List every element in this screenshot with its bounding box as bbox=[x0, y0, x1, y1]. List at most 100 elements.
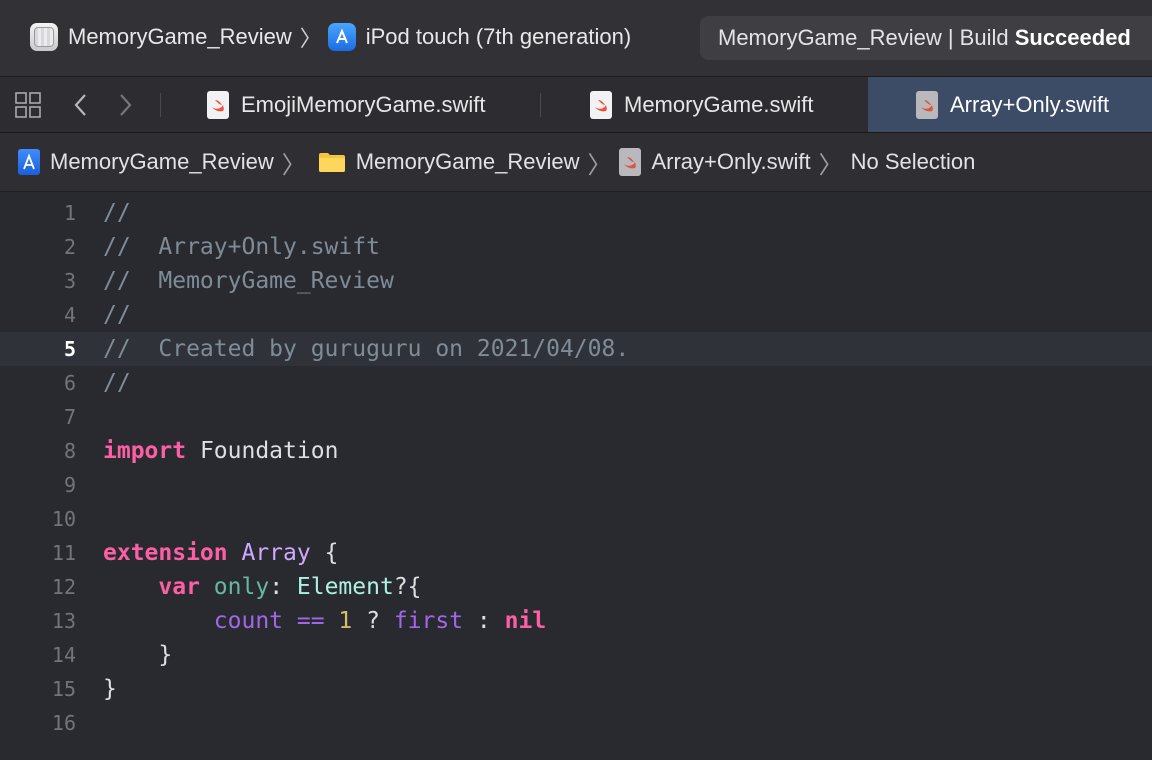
code-text: // MemoryGame_Review bbox=[103, 264, 394, 298]
back-chevron-icon[interactable] bbox=[68, 90, 94, 120]
tab-label: EmojiMemoryGame.swift bbox=[241, 91, 486, 117]
forward-chevron-icon[interactable] bbox=[112, 90, 138, 120]
code-line[interactable]: 6 // bbox=[0, 366, 1152, 400]
swift-file-icon bbox=[590, 90, 612, 119]
code-line[interactable]: 3 // MemoryGame_Review bbox=[0, 264, 1152, 298]
code-text: import Foundation bbox=[103, 434, 338, 468]
xcode-window: MemoryGame_Review 〉 iPod touch (7th gene… bbox=[0, 0, 1152, 760]
jumpbar-project[interactable]: MemoryGame_Review bbox=[0, 149, 274, 175]
line-number: 13 bbox=[51, 609, 76, 633]
app-icon bbox=[30, 23, 58, 51]
tab-divider bbox=[540, 93, 541, 117]
jumpbar-selection[interactable]: No Selection bbox=[851, 149, 976, 175]
operator: == bbox=[283, 608, 339, 634]
code-line-current[interactable]: 5 // Created by guruguru on 2021/04/08. bbox=[0, 332, 1152, 366]
code-text: count == 1 ? first : nil bbox=[103, 604, 546, 638]
line-number: 7 bbox=[63, 405, 76, 429]
source-editor[interactable]: 1 // 2 // Array+Only.swift 3 // MemoryGa… bbox=[0, 192, 1152, 760]
scheme-name[interactable]: MemoryGame_Review bbox=[68, 24, 292, 50]
toolbar: MemoryGame_Review 〉 iPod touch (7th gene… bbox=[0, 0, 1152, 77]
tab-memorygame[interactable]: MemoryGame.swift bbox=[590, 77, 866, 132]
tab-label: MemoryGame.swift bbox=[624, 91, 814, 117]
line-number: 14 bbox=[51, 643, 76, 667]
chevron-right-icon: 〉 bbox=[299, 26, 322, 51]
jumpbar-file-label: Array+Only.swift bbox=[651, 149, 811, 174]
jumpbar-file[interactable]: Array+Only.swift bbox=[619, 148, 811, 176]
line-number: 11 bbox=[51, 541, 76, 565]
code-text: } bbox=[103, 638, 172, 672]
code-text: // Created by guruguru on 2021/04/08. bbox=[103, 332, 629, 366]
line-number: 9 bbox=[63, 473, 76, 497]
line-number: 6 bbox=[63, 371, 76, 395]
type-name: Element bbox=[296, 574, 394, 600]
code-line[interactable]: 1 // bbox=[0, 196, 1152, 230]
line-number: 3 bbox=[63, 269, 76, 293]
number-literal: 1 bbox=[338, 608, 353, 634]
related-items-icon[interactable] bbox=[15, 92, 41, 118]
operator: : bbox=[463, 608, 505, 634]
code-line[interactable]: 16 bbox=[0, 706, 1152, 740]
line-number: 16 bbox=[51, 711, 76, 735]
code-text: // bbox=[103, 298, 131, 332]
code-line[interactable]: 7 bbox=[0, 400, 1152, 434]
jump-bar: MemoryGame_Review 〉 MemoryGame_Review 〉 … bbox=[0, 133, 1152, 192]
tab-array-only[interactable]: Array+Only.swift bbox=[868, 77, 1152, 132]
build-status-result: Succeeded bbox=[1014, 25, 1131, 50]
chevron-right-icon: 〉 bbox=[818, 151, 843, 179]
scheme-selector[interactable]: MemoryGame_Review 〉 iPod touch (7th gene… bbox=[30, 20, 631, 54]
operator: ? bbox=[352, 608, 394, 634]
keyword: extension bbox=[103, 540, 228, 566]
comment: // bbox=[103, 370, 131, 396]
type-name: Array bbox=[227, 540, 311, 566]
property-ref: count bbox=[213, 608, 284, 634]
code-line[interactable]: 8 import Foundation bbox=[0, 434, 1152, 468]
folder-icon bbox=[318, 151, 346, 173]
activity-status: MemoryGame_Review | Build Succeeded bbox=[700, 16, 1152, 60]
keyword: import bbox=[103, 438, 187, 464]
punctuation: { bbox=[310, 540, 339, 566]
code-text: // bbox=[103, 196, 131, 230]
code-line[interactable]: 12 var only: Element?{ bbox=[0, 570, 1152, 604]
module-name: Foundation bbox=[186, 438, 339, 464]
line-number: 10 bbox=[51, 507, 76, 531]
tab-label: Array+Only.swift bbox=[950, 91, 1110, 117]
code-line[interactable]: 13 count == 1 ? first : nil bbox=[0, 604, 1152, 638]
code-line[interactable]: 14 } bbox=[0, 638, 1152, 672]
code-line[interactable]: 9 bbox=[0, 468, 1152, 502]
code-line[interactable]: 15 } bbox=[0, 672, 1152, 706]
code-text: } bbox=[103, 672, 117, 706]
line-number: 15 bbox=[51, 677, 76, 701]
comment: // Array+Only.swift bbox=[103, 234, 380, 260]
keyword: nil bbox=[504, 608, 547, 634]
chevron-right-icon: 〉 bbox=[587, 151, 612, 179]
property-ref: first bbox=[393, 608, 464, 634]
code-line[interactable]: 2 // Array+Only.swift bbox=[0, 230, 1152, 264]
tab-emojimemorygame[interactable]: EmojiMemoryGame.swift bbox=[207, 77, 537, 132]
comment: // MemoryGame_Review bbox=[103, 268, 394, 294]
comment: // bbox=[103, 302, 131, 328]
code-text: extension Array { bbox=[103, 536, 338, 570]
line-number: 12 bbox=[51, 575, 76, 599]
punctuation: : bbox=[269, 574, 297, 600]
line-number: 2 bbox=[63, 235, 76, 259]
code-line[interactable]: 11 extension Array { bbox=[0, 536, 1152, 570]
comment: // bbox=[103, 200, 131, 226]
line-number: 1 bbox=[63, 201, 76, 225]
punctuation: } bbox=[103, 676, 117, 702]
code-line[interactable]: 10 bbox=[0, 502, 1152, 536]
swift-file-icon bbox=[619, 148, 642, 176]
tab-bar: EmojiMemoryGame.swift MemoryGame.swift A… bbox=[0, 77, 1152, 133]
build-status-text: MemoryGame_Review | Build Succeeded bbox=[718, 25, 1131, 51]
code-line[interactable]: 4 // bbox=[0, 298, 1152, 332]
jumpbar-group[interactable]: MemoryGame_Review bbox=[314, 149, 579, 175]
line-number: 5 bbox=[63, 337, 76, 361]
code-text: // Array+Only.swift bbox=[103, 230, 380, 264]
punctuation: } bbox=[103, 642, 173, 668]
punctuation: ?{ bbox=[393, 574, 422, 600]
tab-divider bbox=[160, 93, 161, 117]
run-destination[interactable]: iPod touch (7th generation) bbox=[366, 24, 631, 50]
chevron-right-icon: 〉 bbox=[281, 151, 306, 179]
line-number: 8 bbox=[63, 439, 76, 463]
